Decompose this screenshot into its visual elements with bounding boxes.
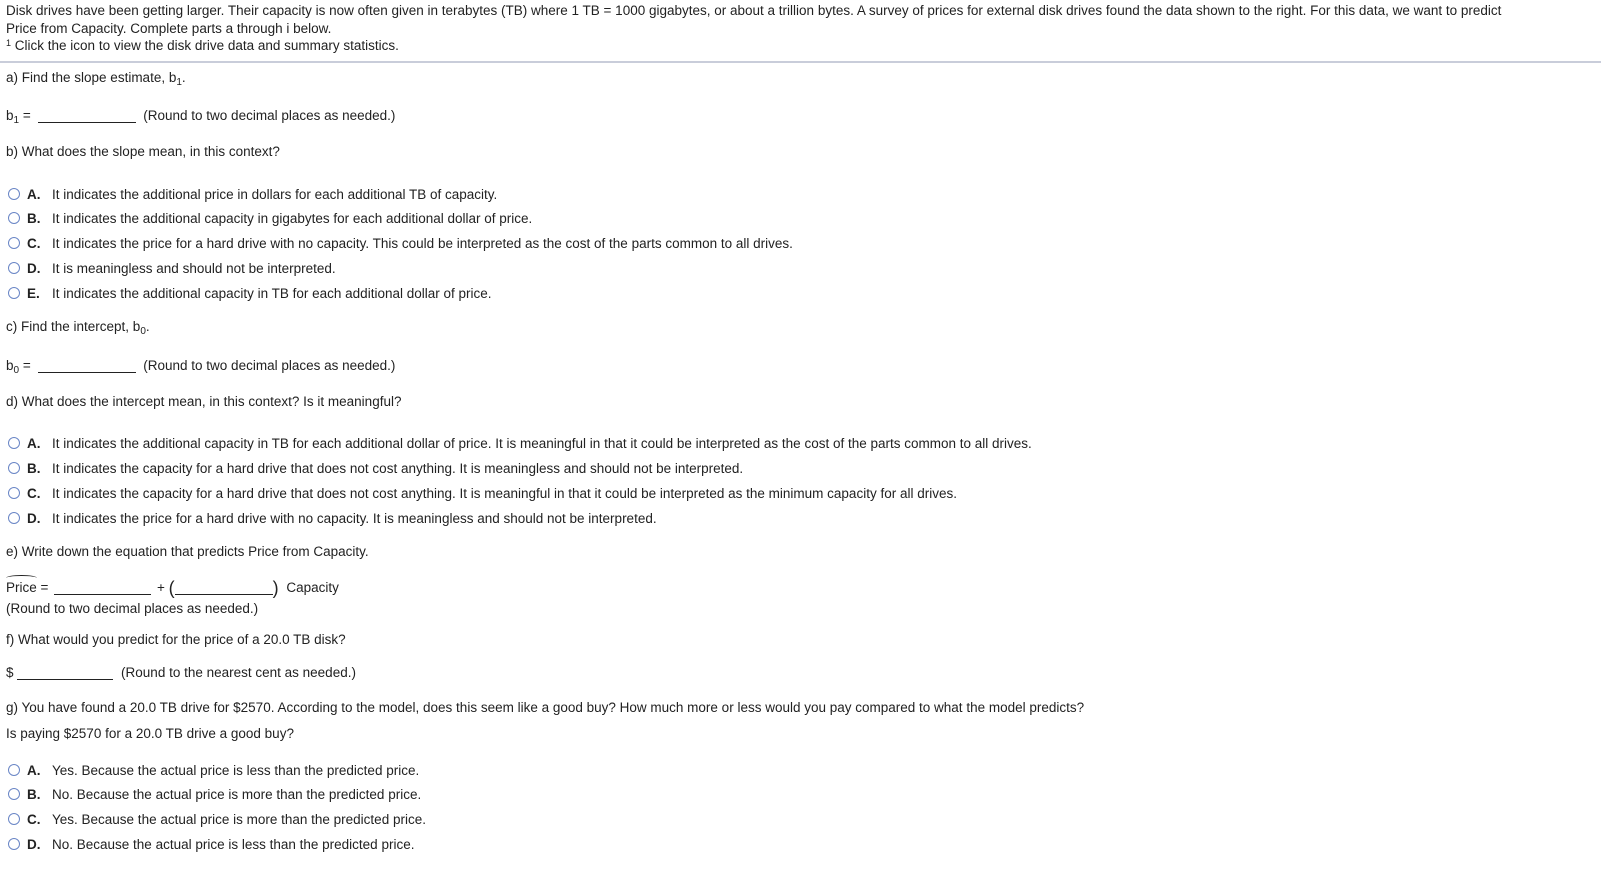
- part-a-prompt: a) Find the slope estimate, b1.: [6, 70, 186, 88]
- part-d-option-c[interactable]: C. It indicates the capacity for a hard d…: [8, 483, 957, 503]
- radio-button-icon[interactable]: [8, 437, 20, 449]
- part-c-prompt-text: c) Find the intercept, b: [6, 319, 141, 334]
- part-g-option-b[interactable]: B. No. Because the actual price is more t…: [8, 784, 421, 804]
- part-b-option-d[interactable]: D. It is meaningless and should not be in…: [8, 258, 336, 278]
- option-text: It indicates the additional capacity in …: [52, 285, 492, 301]
- slope-input[interactable]: [37, 108, 136, 123]
- option-text: It indicates the price for a hard drive …: [52, 235, 793, 251]
- option-letter: D.: [27, 836, 41, 852]
- option-text: No. Because the actual price is more tha…: [52, 786, 422, 802]
- option-letter: C.: [27, 485, 41, 501]
- slope-round-hint: (Round to two decimal places as needed.): [143, 108, 396, 123]
- intro-line-1: Disk drives have been getting larger. Th…: [6, 3, 1502, 18]
- part-b-option-c[interactable]: C. It indicates the price for a hard driv…: [8, 233, 793, 253]
- part-c-answer-row: b0 = (Round to two decimal places as nee…: [6, 358, 396, 376]
- equation-intercept-input[interactable]: [54, 580, 152, 595]
- equation-round-hint: (Round to two decimal places as needed.): [6, 601, 259, 616]
- part-d-option-d[interactable]: D. It indicates the price for a hard driv…: [8, 508, 657, 528]
- close-paren: ): [272, 578, 279, 598]
- option-letter: A.: [27, 762, 41, 778]
- option-letter: D.: [27, 510, 41, 526]
- b1-label: b1 =: [6, 108, 31, 126]
- option-text: Yes. Because the actual price is less th…: [52, 762, 420, 778]
- option-letter: B.: [27, 460, 41, 476]
- part-d-option-a[interactable]: A. It indicates the additional capacity i…: [8, 433, 1032, 453]
- equation-plus: +: [156, 580, 165, 595]
- intercept-input[interactable]: [37, 358, 136, 373]
- b0-label: b0 =: [6, 358, 31, 376]
- radio-button-icon[interactable]: [8, 212, 20, 224]
- capacity-label: Capacity: [286, 580, 339, 595]
- part-d-option-b[interactable]: B. It indicates the capacity for a hard d…: [8, 458, 743, 478]
- radio-button-icon[interactable]: [8, 262, 20, 274]
- b1-label-sub: 1: [13, 115, 20, 126]
- part-b-option-e[interactable]: E. It indicates the additional capacity i…: [8, 283, 492, 303]
- option-text: It indicates the additional capacity in …: [52, 210, 533, 226]
- option-text: It indicates the additional price in dol…: [52, 186, 498, 202]
- radio-button-icon[interactable]: [8, 462, 20, 474]
- b1-label-text: b: [6, 108, 14, 123]
- option-text: It indicates the capacity for a hard dri…: [52, 460, 744, 476]
- radio-button-icon[interactable]: [8, 788, 20, 800]
- part-f-answer-row: $ (Round to the nearest cent as needed.): [6, 665, 356, 680]
- data-footnote-link[interactable]: 1 Click the icon to view the disk drive …: [6, 37, 1501, 55]
- radio-button-icon[interactable]: [8, 188, 20, 200]
- equation-slope-input[interactable]: [174, 580, 273, 595]
- part-g-subprompt: Is paying $2570 for a 20.0 TB drive a go…: [6, 726, 294, 741]
- option-letter: C.: [27, 235, 41, 251]
- radio-button-icon[interactable]: [8, 764, 20, 776]
- radio-button-icon[interactable]: [8, 813, 20, 825]
- part-e-prompt: e) Write down the equation that predicts…: [6, 544, 369, 559]
- part-a-prompt-end: .: [181, 70, 186, 85]
- option-letter: B.: [27, 210, 41, 226]
- price-round-hint: (Round to the nearest cent as needed.): [121, 665, 356, 680]
- option-text: No. Because the actual price is less tha…: [52, 836, 415, 852]
- radio-button-icon[interactable]: [8, 487, 20, 499]
- footnote-text: Click the icon to view the disk drive da…: [14, 38, 399, 53]
- option-text: Yes. Because the actual price is more th…: [52, 811, 426, 827]
- part-b-option-b[interactable]: B. It indicates the additional capacity i…: [8, 208, 532, 228]
- intro-line-2: Price from Capacity. Complete parts a th…: [6, 20, 332, 36]
- part-a-prompt-text: a) Find the slope estimate, b: [6, 70, 177, 85]
- option-letter: D.: [27, 260, 41, 276]
- part-f-prompt: f) What would you predict for the price …: [6, 632, 346, 647]
- part-g-option-a[interactable]: A. Yes. Because the actual price is less …: [8, 760, 419, 780]
- option-letter: C.: [27, 811, 41, 827]
- intercept-round-hint: (Round to two decimal places as needed.): [143, 358, 396, 373]
- option-text: It indicates the capacity for a hard dri…: [52, 485, 957, 501]
- option-letter: E.: [27, 285, 40, 301]
- footnote-mark: 1: [6, 38, 12, 48]
- option-letter: A.: [27, 435, 41, 451]
- part-b-prompt: b) What does the slope mean, in this con…: [6, 144, 280, 159]
- option-letter: A.: [27, 186, 41, 202]
- part-c-prompt: c) Find the intercept, b0.: [6, 319, 150, 337]
- option-text: It indicates the price for a hard drive …: [52, 510, 657, 526]
- equation-equals: =: [40, 580, 49, 595]
- option-text: It indicates the additional capacity in …: [52, 435, 1032, 451]
- b0-equals: =: [22, 358, 31, 373]
- section-divider: [0, 61, 1601, 63]
- equation-row: Price = + () Capacity: [6, 575, 339, 598]
- b1-equals: =: [22, 108, 31, 123]
- part-d-prompt: d) What does the intercept mean, in this…: [6, 394, 402, 409]
- part-g-option-d[interactable]: D. No. Because the actual price is less t…: [8, 834, 414, 854]
- part-c-prompt-end: .: [145, 319, 150, 334]
- option-text: It is meaningless and should not be inte…: [52, 260, 336, 276]
- part-b-option-a[interactable]: A. It indicates the additional price in d…: [8, 184, 497, 204]
- radio-button-icon[interactable]: [8, 287, 20, 299]
- dollar-sign: $: [6, 665, 14, 680]
- problem-intro: Disk drives have been getting larger. Th…: [6, 2, 1501, 55]
- predicted-price-input[interactable]: [17, 665, 114, 680]
- part-g-option-c[interactable]: C. Yes. Because the actual price is more …: [8, 809, 426, 829]
- radio-button-icon[interactable]: [8, 237, 20, 249]
- option-letter: B.: [27, 786, 41, 802]
- radio-button-icon[interactable]: [8, 512, 20, 524]
- price-hat-label: Price: [6, 575, 37, 595]
- b0-label-sub: 0: [13, 365, 20, 376]
- b0-label-text: b: [6, 358, 14, 373]
- radio-button-icon[interactable]: [8, 838, 20, 850]
- part-g-prompt: g) You have found a 20.0 TB drive for $2…: [6, 700, 1085, 715]
- part-a-answer-row: b1 = (Round to two decimal places as nee…: [6, 108, 396, 126]
